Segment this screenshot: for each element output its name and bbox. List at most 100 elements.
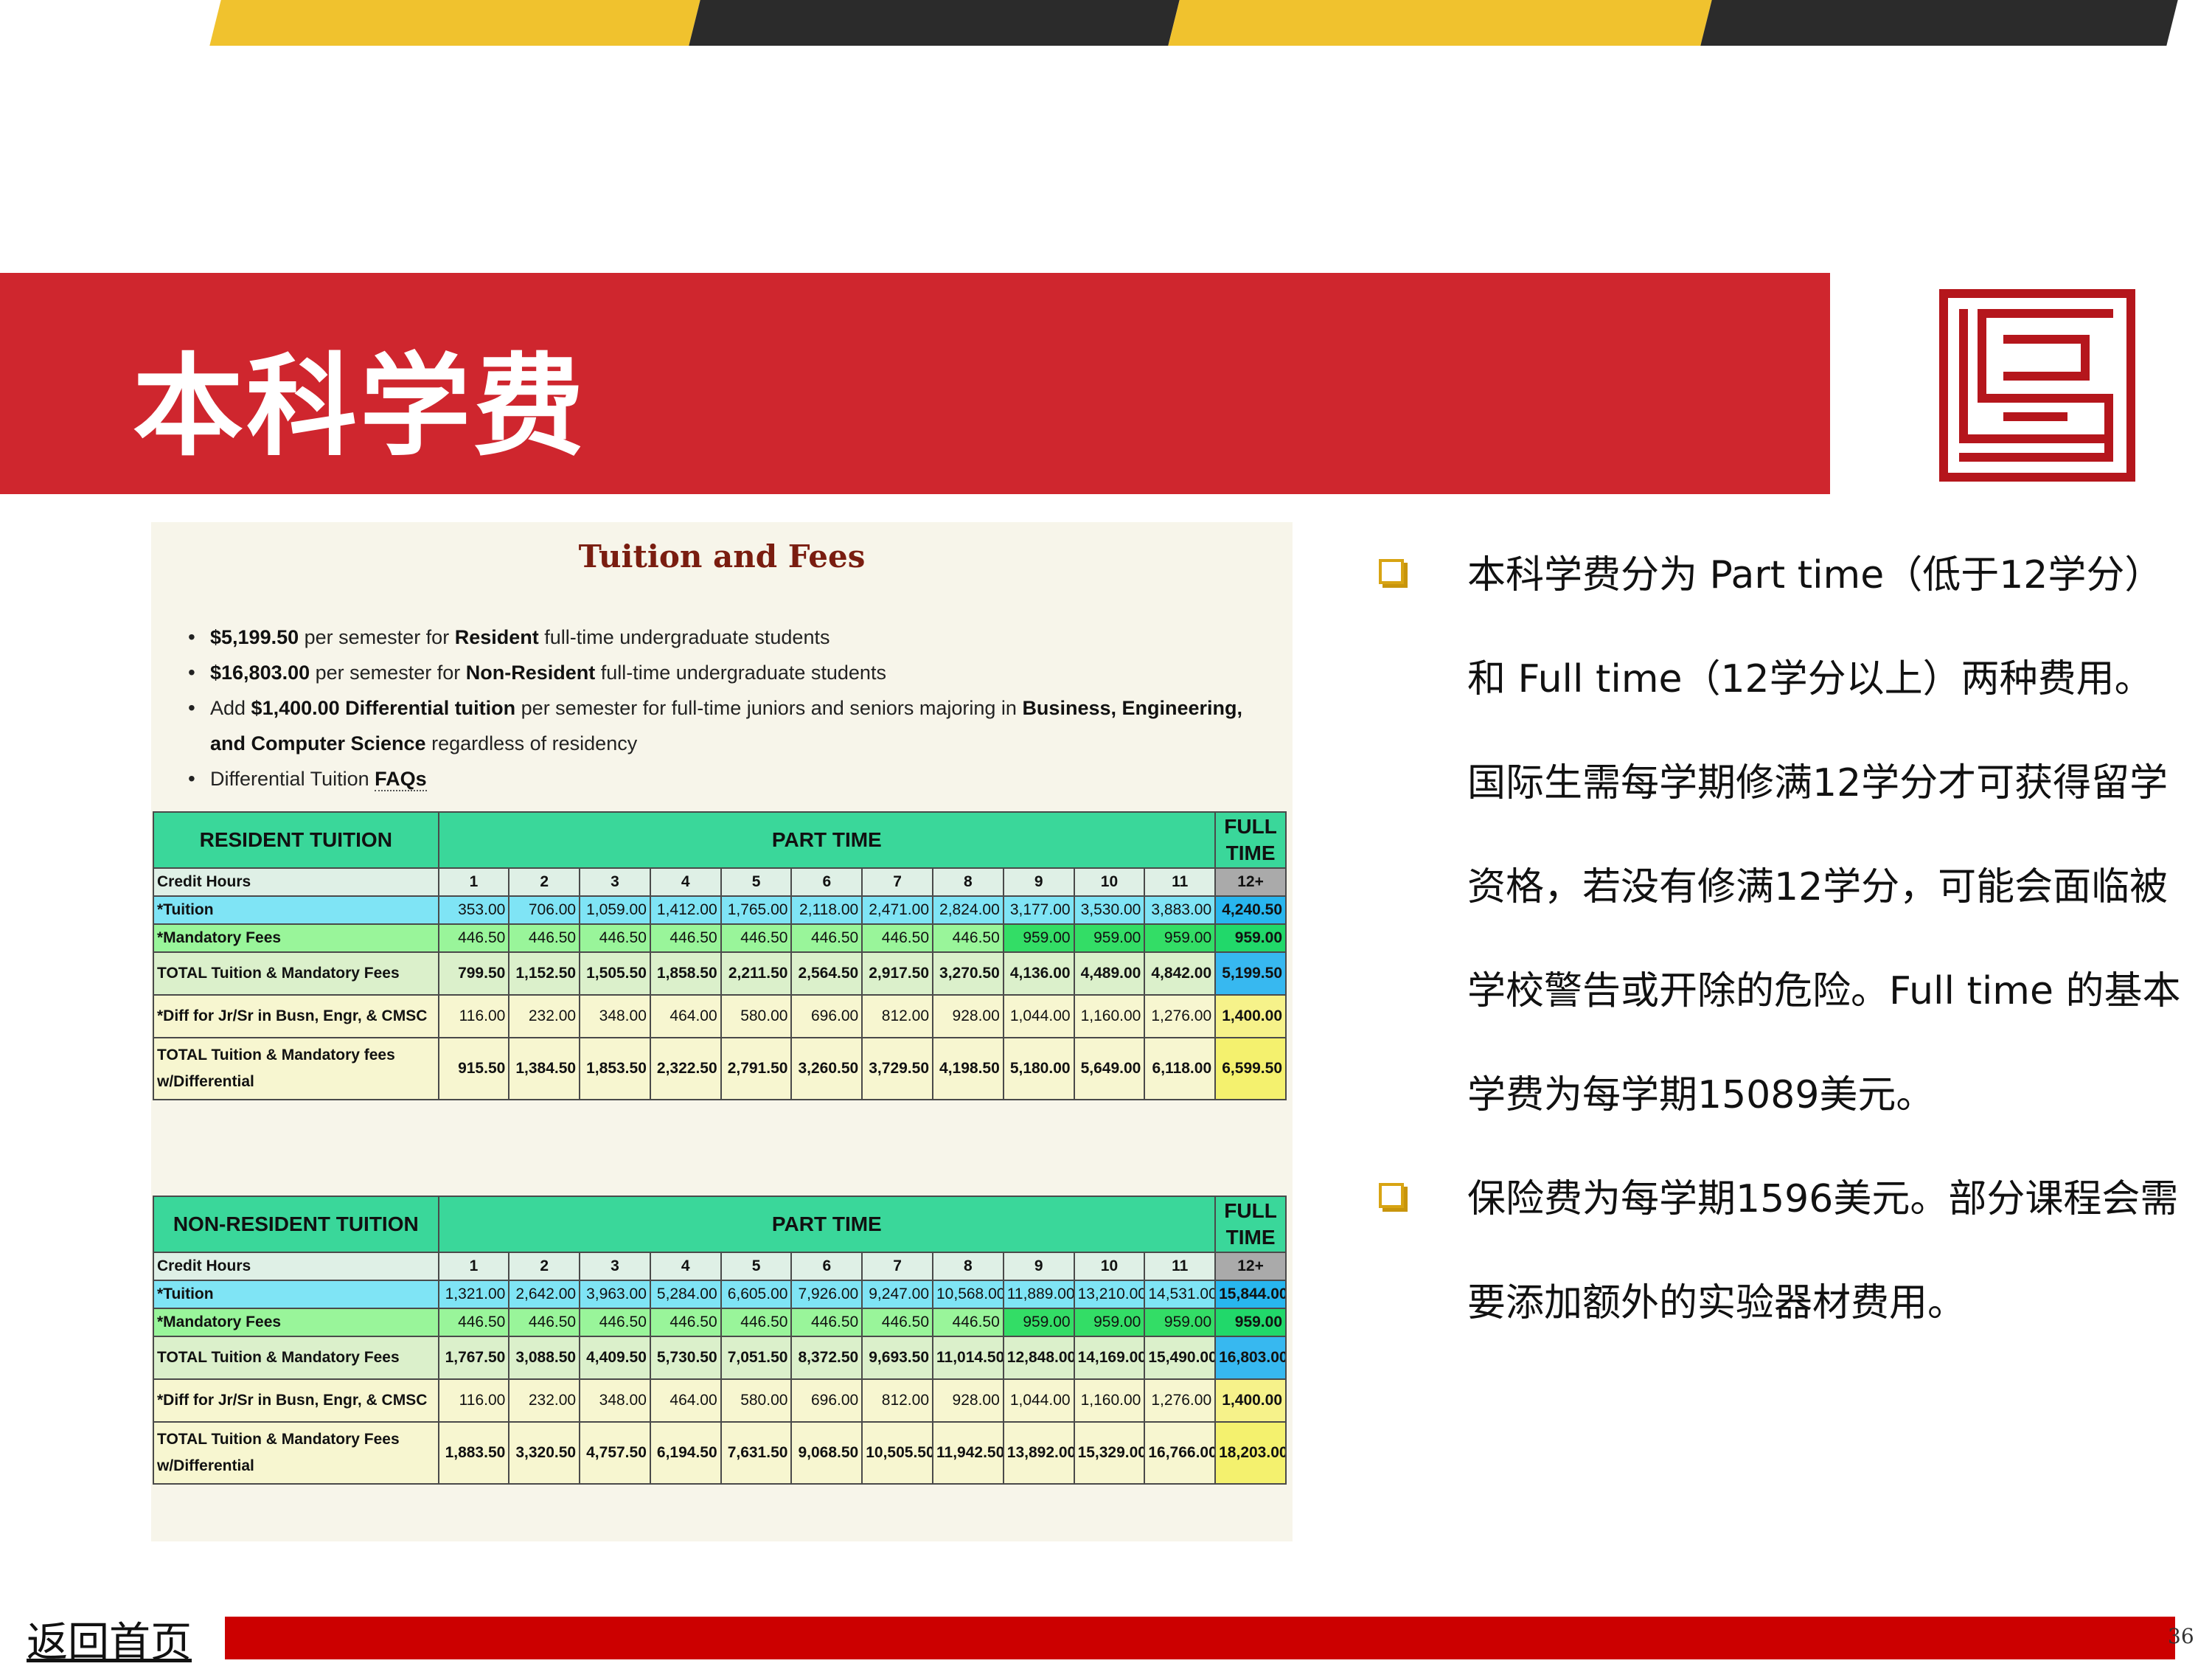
- table-cell: 2,211.50: [720, 951, 793, 996]
- table-cell: 959.00: [1144, 923, 1217, 953]
- seal-logo-icon: [1939, 289, 2135, 482]
- top-stripe-yellow-1: [209, 0, 700, 46]
- note-item: 保险费为每学期1596美元。部分课程会需要添加额外的实验器材费用。: [1370, 1148, 2181, 1356]
- credit-hours-label: Credit Hours: [153, 867, 439, 897]
- table-cell: 9,693.50: [861, 1336, 933, 1380]
- table-cell: 3,530.00: [1073, 895, 1146, 925]
- table-header-part-time: PART TIME: [437, 811, 1217, 869]
- table-cell: 446.50: [579, 1308, 651, 1337]
- table-row: *Mandatory Fees 446.50 446.50 446.50 446.50 4…: [153, 923, 1287, 953]
- table-cell: 959.00: [1002, 923, 1075, 953]
- table-cell: 959.00: [1144, 1308, 1217, 1337]
- credit-hour-cell: 4: [649, 867, 722, 897]
- table-cell: 7,631.50: [720, 1421, 793, 1485]
- table-cell: 446.50: [579, 923, 651, 953]
- top-stripe-dark-2: [1700, 0, 2178, 46]
- notes-list: 本科学费分为 Part time（低于12学分）和 Full time（12学分…: [1370, 524, 2181, 1356]
- table-cell: 1,321.00: [437, 1280, 510, 1309]
- footer-bar: [225, 1617, 2175, 1659]
- table-cell: 446.50: [861, 1308, 933, 1337]
- table-cell: 1,276.00: [1144, 994, 1217, 1038]
- table-header-left: NON-RESIDENT TUITION: [153, 1196, 439, 1253]
- table-cell: 1,152.50: [508, 951, 581, 996]
- total-with-differential-row-label: TOTAL Tuition & Mandatory Fees w/Differe…: [153, 1421, 439, 1485]
- table-cell: 7,051.50: [720, 1336, 793, 1380]
- table-cell: 116.00: [437, 994, 510, 1038]
- credit-hours-label: Credit Hours: [153, 1252, 439, 1281]
- credit-hour-cell: 7: [861, 1252, 933, 1281]
- table-cell: 3,260.50: [790, 1037, 863, 1100]
- table-cell: 1,412.00: [649, 895, 722, 925]
- table-cell: 446.50: [720, 923, 793, 953]
- table-cell: 15,844.00: [1214, 1280, 1287, 1309]
- home-link[interactable]: 返回首页: [27, 1609, 192, 1669]
- table-cell: 696.00: [790, 1378, 863, 1423]
- faqs-link[interactable]: FAQs: [375, 768, 427, 791]
- table-cell: 6,118.00: [1144, 1037, 1217, 1100]
- doc-bullet: $16,803.00 per semester for Non-Resident…: [188, 655, 1272, 690]
- credit-hour-cell: 11: [1144, 867, 1217, 897]
- table-cell: 4,757.50: [579, 1421, 651, 1485]
- doc-bullet: Add $1,400.00 Differential tuition per s…: [188, 690, 1272, 761]
- table-cell: 5,180.00: [1002, 1037, 1075, 1100]
- table-cell: 464.00: [649, 994, 722, 1038]
- table-cell: 12,848.00: [1002, 1336, 1075, 1380]
- table-header-full-time: FULL TIME: [1214, 811, 1287, 869]
- credit-hour-cell: 6: [790, 1252, 863, 1281]
- table-cell: 1,044.00: [1002, 1378, 1075, 1423]
- table-cell: 4,136.00: [1002, 951, 1075, 996]
- credit-hour-cell: 2: [508, 1252, 581, 1281]
- total-row-label: TOTAL Tuition & Mandatory Fees: [153, 951, 439, 996]
- table-cell: 11,889.00: [1002, 1280, 1075, 1309]
- table-cell: 3,320.50: [508, 1421, 581, 1485]
- table-cell: 16,803.00: [1214, 1336, 1287, 1380]
- table-cell: 3,729.50: [861, 1037, 933, 1100]
- table-cell: 706.00: [508, 895, 581, 925]
- table-cell: 2,471.00: [861, 895, 933, 925]
- table-cell: 1,276.00: [1144, 1378, 1217, 1423]
- table-cell: 1,505.50: [579, 951, 651, 996]
- table-cell: 9,247.00: [861, 1280, 933, 1309]
- table-cell: 4,489.00: [1073, 951, 1146, 996]
- table-cell: 10,505.50: [861, 1421, 933, 1485]
- table-row: *Tuition 353.00 706.00 1,059.00 1,412.00 1,76…: [153, 895, 1287, 925]
- table-cell: 1,883.50: [437, 1421, 510, 1485]
- credit-hour-cell: 3: [579, 1252, 651, 1281]
- credit-hour-cell: 6: [790, 867, 863, 897]
- table-cell: 446.50: [720, 1308, 793, 1337]
- credit-hour-cell: 2: [508, 867, 581, 897]
- table-cell: 1,384.50: [508, 1037, 581, 1100]
- table-cell: 446.50: [437, 1308, 510, 1337]
- table-cell: 959.00: [1214, 923, 1287, 953]
- table-cell: 5,730.50: [649, 1336, 722, 1380]
- tuition-row-label: *Tuition: [153, 895, 439, 925]
- table-cell: 4,842.00: [1144, 951, 1217, 996]
- table-cell: 446.50: [932, 1308, 1004, 1337]
- doc-bullet: $5,199.50 per semester for Resident full…: [188, 620, 1272, 655]
- table-cell: 580.00: [720, 994, 793, 1038]
- doc-title: Tuition and Fees: [578, 538, 866, 575]
- credit-hour-cell: 11: [1144, 1252, 1217, 1281]
- table-cell: 799.50: [437, 951, 510, 996]
- credit-hour-cell: 8: [932, 1252, 1004, 1281]
- table-cell: 6,599.50: [1214, 1037, 1287, 1100]
- table-cell: 1,044.00: [1002, 994, 1075, 1038]
- table-cell: 15,329.00: [1073, 1421, 1146, 1485]
- table-cell: 14,169.00: [1073, 1336, 1146, 1380]
- credit-hour-cell: 8: [932, 867, 1004, 897]
- table-cell: 959.00: [1002, 1308, 1075, 1337]
- table-row: *Mandatory Fees 446.50 446.50 446.50 446.50 4…: [153, 1308, 1287, 1337]
- credit-hour-cell: 9: [1002, 1252, 1075, 1281]
- table-row: *Diff for Jr/Sr in Busn, Engr, & CMSC 116…: [153, 1378, 1287, 1423]
- table-cell: 1,858.50: [649, 951, 722, 996]
- table-cell: 232.00: [508, 1378, 581, 1423]
- table-cell: 7,926.00: [790, 1280, 863, 1309]
- table-cell: 11,014.50: [932, 1336, 1004, 1380]
- table-row: *Tuition 1,321.00 2,642.00 3,963.00 5,284.00…: [153, 1280, 1287, 1309]
- checkbox-bullet-icon: [1379, 1183, 1404, 1208]
- table-cell: 446.50: [649, 1308, 722, 1337]
- table-cell: 3,963.00: [579, 1280, 651, 1309]
- table-header-full-time: FULL TIME: [1214, 1196, 1287, 1253]
- table-cell: 2,791.50: [720, 1037, 793, 1100]
- table-row: TOTAL Tuition & Mandatory Fees w/Differe…: [153, 1421, 1287, 1485]
